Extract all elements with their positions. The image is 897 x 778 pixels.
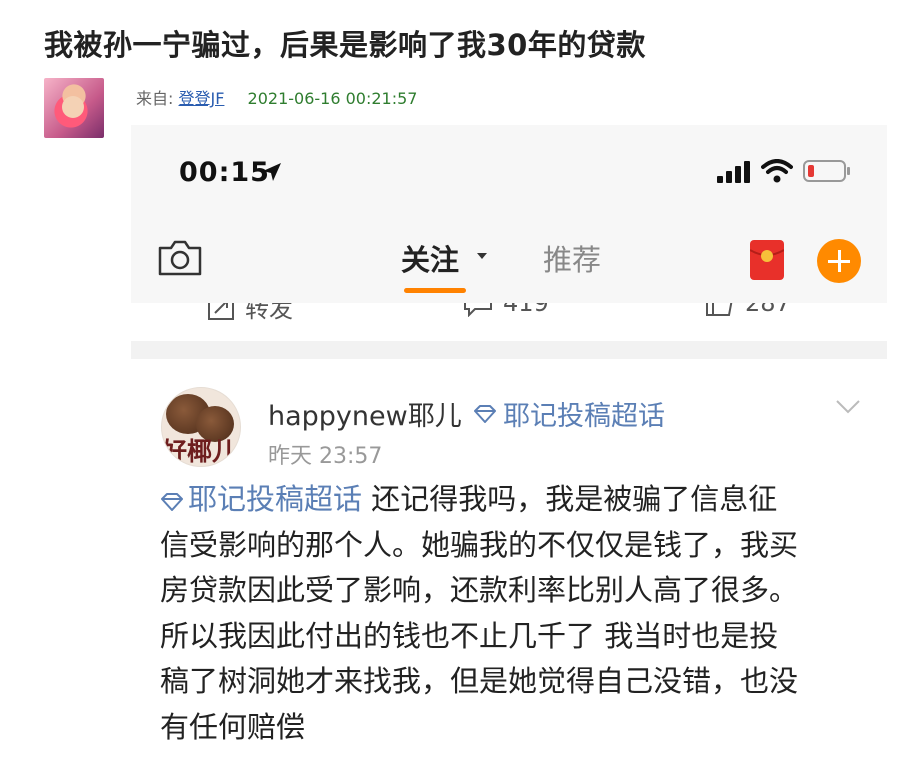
supertopic-link[interactable]: 耶记投稿超话 [473,394,665,433]
repost-label: 转发 [245,303,293,323]
body-line: 还记得我吗，我是被骗了信息征 [362,482,778,516]
post-time: 昨天 23:57 [268,444,383,469]
supertopic-icon [474,404,496,423]
username[interactable]: happynew耶儿 [268,394,462,433]
from-label: 来自: [136,89,174,108]
body-line: 房贷款因此受了影响，还款利率比别人高了很多。 [160,573,799,607]
comment-icon [464,303,492,317]
caret-down-icon[interactable] [477,253,487,259]
card-separator [131,341,887,359]
add-icon[interactable] [817,239,861,283]
supertopic-label: 耶记投稿超话 [503,401,665,432]
tab-follow[interactable]: 关注 [401,237,459,279]
action-strip: 转发 419 287 [131,303,887,341]
tab-recommend[interactable]: 推荐 [543,237,601,279]
comment-button[interactable]: 419 [463,303,549,317]
body-topic-link[interactable]: 耶记投稿超话 [160,482,362,516]
redpacket-icon[interactable] [750,240,784,280]
status-bar: 00:15 [131,125,887,215]
chevron-down-icon[interactable] [835,399,861,415]
weibo-post-card: 好椰儿 happynew耶儿 耶记投稿超话 昨天 23:57 耶记投稿超话 还记… [131,359,887,778]
status-time: 00:15 [179,157,270,188]
embedded-phone-screenshot: 00:15 关注 推荐 转发 419 287 好椰儿 happynew耶儿 耶记… [131,125,887,778]
like-count: 287 [745,303,791,317]
body-line: 所以我因此付出的钱也不止几千了 我当时也是投 [160,618,779,653]
comment-count: 419 [503,303,549,317]
body-topic-label: 耶记投稿超话 [188,482,363,516]
author-link[interactable]: 登登JF [179,89,225,108]
supertopic-icon [161,493,183,511]
post-meta: 来自: 登登JF 2021-06-16 00:21:57 [136,85,417,109]
camera-icon[interactable] [157,239,203,277]
body-line: 有任何赔偿 [160,709,306,744]
nav-bar: 关注 推荐 [131,215,887,303]
post-timestamp: 2021-06-16 00:21:57 [247,89,418,108]
user-avatar[interactable]: 好椰儿 [161,387,241,467]
avatar-text: 好椰儿 [162,437,238,466]
post-title: 我被孙一宁骗过，后果是影响了我30年的贷款 [44,28,646,62]
wifi-icon [761,159,793,183]
like-icon [706,303,733,316]
body-line: 信受影响的那个人。她骗我的不仅仅是钱了，我买 [160,527,799,562]
repost-icon [208,303,234,320]
location-icon [263,163,281,181]
battery-icon [803,160,850,182]
tab-active-indicator [404,288,466,293]
repost-button[interactable]: 转发 [207,303,293,324]
like-button[interactable]: 287 [705,303,791,317]
signal-icon [717,161,750,183]
body-line: 稿了树洞她才来找我，但是她觉得自己没错，也没 [160,664,799,698]
author-avatar[interactable] [44,78,104,138]
post-body: 耶记投稿超话 还记得我吗，我是被骗了信息征信受影响的那个人。她骗我的不仅仅是钱了… [160,477,870,750]
